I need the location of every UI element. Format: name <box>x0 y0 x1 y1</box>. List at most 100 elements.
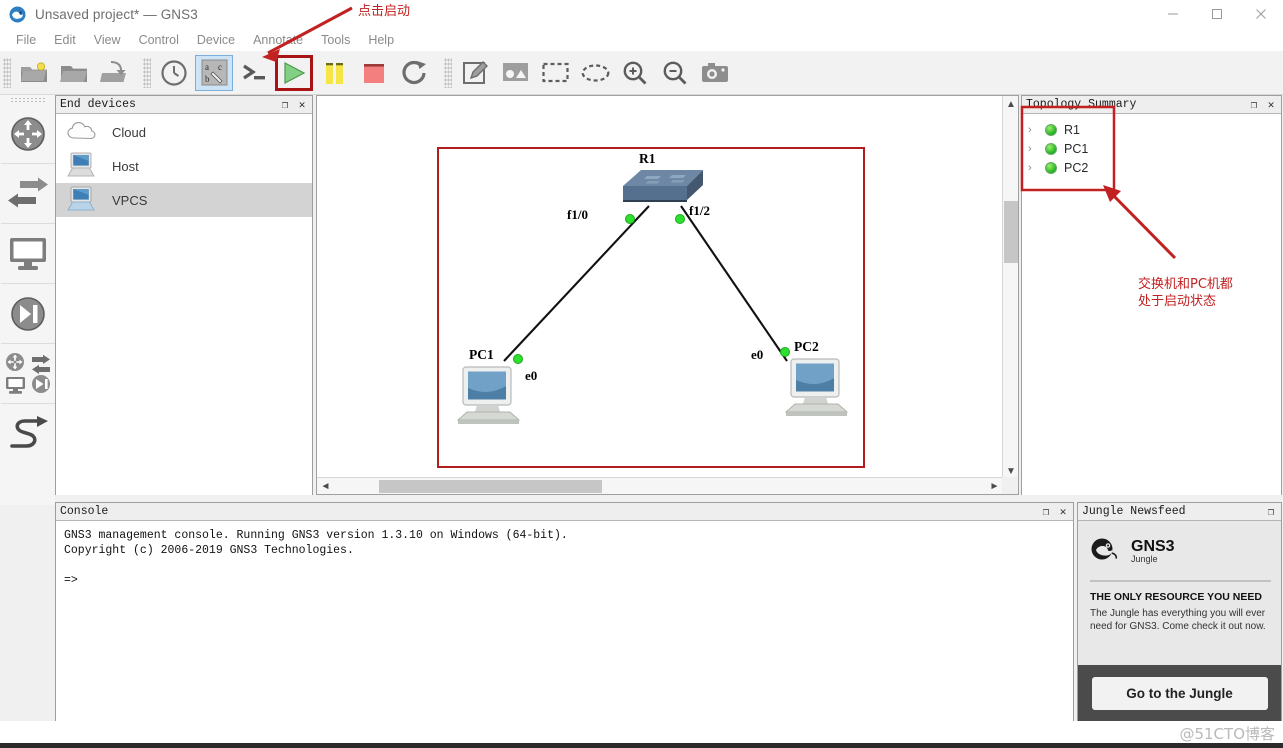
topology-node-row[interactable]: › PC2 <box>1028 158 1281 177</box>
toolbar-grip-2[interactable] <box>143 57 151 88</box>
menu-view[interactable]: View <box>85 31 130 49</box>
menu-help[interactable]: Help <box>359 31 403 49</box>
scroll-right-icon[interactable]: ► <box>986 478 1003 494</box>
gns3-main-window: Unsaved project* — GNS3 File Edit View C… <box>0 0 1283 748</box>
open-project-icon[interactable] <box>55 55 93 91</box>
go-to-jungle-button[interactable]: Go to the Jungle <box>1091 676 1268 710</box>
console-line: Copyright (c) 2006-2019 GNS3 Technologie… <box>64 544 354 557</box>
topology-node-row[interactable]: › PC1 <box>1028 139 1281 158</box>
dock-grip[interactable] <box>9 97 46 104</box>
jungle-title-text: Jungle Newsfeed <box>1082 505 1186 518</box>
menu-tools[interactable]: Tools <box>312 31 359 49</box>
close-button[interactable] <box>1239 0 1283 28</box>
console-line: GNS3 management console. Running GNS3 ve… <box>64 529 568 542</box>
switches-icon[interactable] <box>0 164 55 224</box>
console-to-all-devices-icon[interactable] <box>235 55 273 91</box>
menu-bar: File Edit View Control Device Annotate T… <box>0 28 1283 51</box>
close-icon[interactable]: ✕ <box>295 98 309 112</box>
suspend-all-icon[interactable] <box>315 55 353 91</box>
screenshot-icon[interactable] <box>696 55 734 91</box>
topology-node-label: R1 <box>1064 122 1080 137</box>
zoom-in-icon[interactable] <box>616 55 654 91</box>
all-devices-icon[interactable] <box>0 344 55 404</box>
jungle-headline: THE ONLY RESOURCE YOU NEED <box>1090 591 1262 603</box>
scroll-up-icon[interactable]: ▲ <box>1003 96 1019 112</box>
close-icon[interactable]: ✕ <box>1056 505 1070 519</box>
status-led-started <box>1045 123 1057 136</box>
topology-node-row[interactable]: › R1 <box>1028 120 1281 139</box>
taskbar-sliver <box>0 743 1283 748</box>
end-devices-list: Cloud Host VPCS <box>56 114 312 495</box>
menu-control[interactable]: Control <box>130 31 188 49</box>
status-led-started <box>1045 161 1057 174</box>
device-label: Host <box>112 158 139 174</box>
float-icon[interactable]: ❐ <box>1039 505 1053 519</box>
minimize-button[interactable] <box>1151 0 1195 28</box>
hscroll-thumb[interactable] <box>379 480 602 493</box>
end-devices-title-text: End devices <box>60 98 136 111</box>
chevron-right-icon[interactable]: › <box>1028 124 1038 136</box>
reload-all-icon[interactable] <box>395 55 433 91</box>
divider <box>1090 580 1271 582</box>
window-controls <box>1151 0 1283 28</box>
annotation-status-note: 交换机和PC机都 处于启动状态 <box>1138 277 1233 309</box>
device-item-host[interactable]: Host <box>56 149 312 183</box>
console-title-text: Console <box>60 505 109 518</box>
status-led-started <box>1045 142 1057 155</box>
svg-text:c: c <box>218 62 222 72</box>
console-panel-title: Console ❐ ✕ <box>56 503 1073 521</box>
canvas-vertical-scrollbar[interactable]: ▲ ▼ <box>1002 96 1018 479</box>
canvas-horizontal-scrollbar[interactable]: ◄ ► <box>317 477 1003 494</box>
security-devices-icon[interactable] <box>0 284 55 344</box>
float-icon[interactable]: ❐ <box>1247 98 1261 112</box>
stop-all-icon[interactable] <box>355 55 393 91</box>
annotation-rect-topology <box>437 147 865 468</box>
float-icon[interactable]: ❐ <box>1264 505 1278 519</box>
cloud-icon <box>66 119 98 146</box>
vpcs-computer-icon <box>66 185 98 216</box>
add-link-icon[interactable] <box>1 404 55 464</box>
topology-summary-title: Topology Summary ❐ ✕ <box>1022 96 1281 114</box>
toolbar-grip[interactable] <box>3 57 11 88</box>
maximize-button[interactable] <box>1195 0 1239 28</box>
add-note-icon[interactable] <box>456 55 494 91</box>
end-devices-icon[interactable] <box>0 224 55 284</box>
host-computer-icon <box>66 151 98 182</box>
topology-canvas[interactable]: R1 PC1 PC2 f1/0 f1/2 e0 e0 <box>317 96 1003 478</box>
zoom-out-icon[interactable] <box>656 55 694 91</box>
float-icon[interactable]: ❐ <box>278 98 292 112</box>
menu-edit[interactable]: Edit <box>45 31 85 49</box>
jungle-body-text: The Jungle has everything you will ever … <box>1090 608 1266 632</box>
watermark-text: @51CTO博客 <box>1179 725 1275 743</box>
device-category-dock <box>0 95 55 505</box>
scroll-left-icon[interactable]: ◄ <box>317 478 334 494</box>
close-icon[interactable]: ✕ <box>1264 98 1278 112</box>
toolbar-grip-3[interactable] <box>444 57 452 88</box>
insert-picture-icon[interactable] <box>496 55 534 91</box>
annotation-start-note: 点击启动 <box>358 4 411 19</box>
window-title: Unsaved project* — GNS3 <box>35 6 198 22</box>
menu-file[interactable]: File <box>7 31 45 49</box>
chevron-right-icon[interactable]: › <box>1028 162 1038 174</box>
routers-icon[interactable] <box>0 104 55 164</box>
device-item-cloud[interactable]: Cloud <box>56 115 312 149</box>
title-bar: Unsaved project* — GNS3 <box>0 0 1283 28</box>
console-prompt: => <box>64 574 78 587</box>
draw-ellipse-icon[interactable] <box>576 55 614 91</box>
vscroll-thumb[interactable] <box>1004 201 1018 263</box>
menu-device[interactable]: Device <box>188 31 244 49</box>
new-project-icon[interactable] <box>15 55 53 91</box>
console-output[interactable]: GNS3 management console. Running GNS3 ve… <box>56 521 1073 721</box>
menu-annotate[interactable]: Annotate <box>244 31 312 49</box>
snapshot-clock-icon[interactable] <box>155 55 193 91</box>
device-item-vpcs[interactable]: VPCS <box>56 183 312 217</box>
start-all-icon[interactable] <box>275 54 313 91</box>
topology-canvas-area[interactable]: R1 PC1 PC2 f1/0 f1/2 e0 e0 ▲ ▼ ◄ ► <box>316 95 1019 495</box>
save-project-as-icon[interactable] <box>95 55 133 91</box>
end-devices-panel-title: End devices ❐ ✕ <box>56 96 312 114</box>
draw-rectangle-icon[interactable] <box>536 55 574 91</box>
chevron-right-icon[interactable]: › <box>1028 143 1038 155</box>
end-devices-panel: End devices ❐ ✕ Cloud Host VPCS <box>55 95 313 495</box>
show-hide-interface-labels-icon[interactable]: a c b <box>195 54 233 91</box>
